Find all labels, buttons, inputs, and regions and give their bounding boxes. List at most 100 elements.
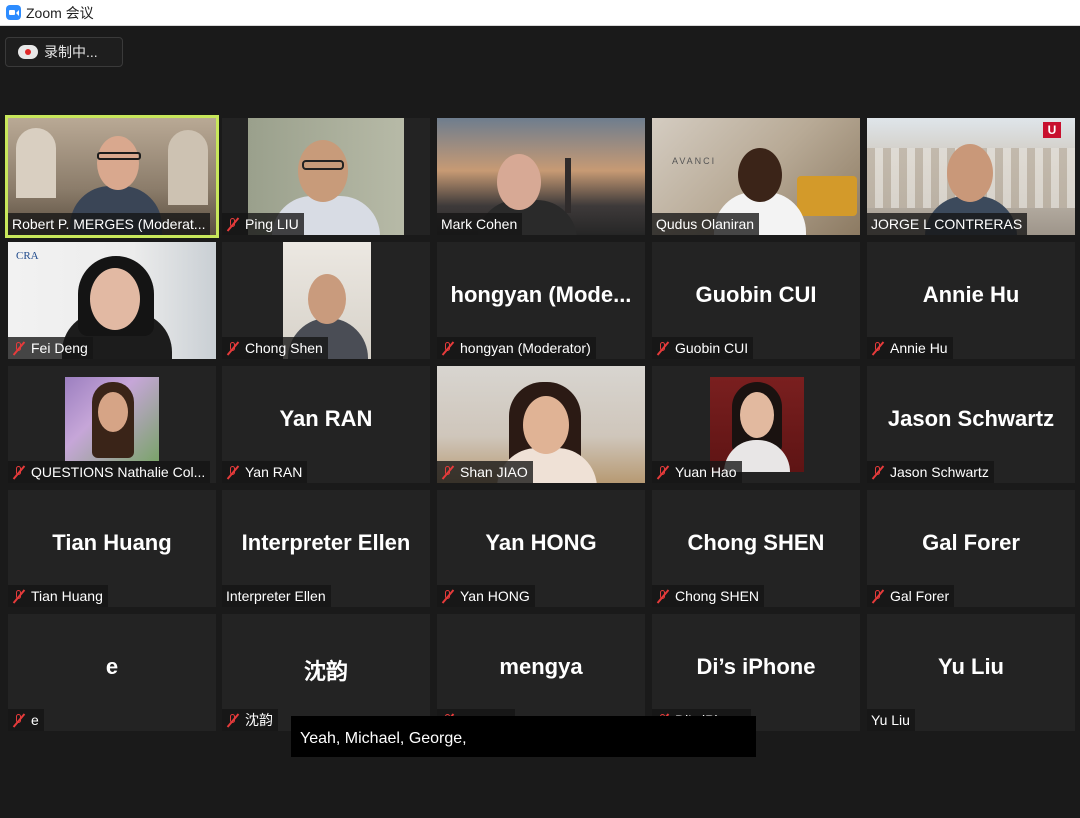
participant-label: Yu Liu (867, 709, 915, 731)
muted-mic-icon (226, 713, 239, 728)
participant-label: Mark Cohen (437, 213, 523, 235)
participant-label: 沈韵 (222, 709, 278, 731)
video-tile-yuan-hao[interactable]: Yuan Hao (652, 366, 860, 483)
tile-chong-shen-upper[interactable]: Chong SHEN Chong SHEN (652, 490, 860, 607)
participant-label: Guobin CUI (652, 337, 754, 359)
participant-name: 沈韵 (303, 659, 348, 684)
participant-label: Shan JIAO (437, 461, 533, 483)
participant-label: Interpreter Ellen (222, 585, 331, 607)
participant-label: JORGE L CONTRERAS (867, 213, 1028, 235)
participant-label: Chong Shen (222, 337, 328, 359)
person-face (298, 140, 348, 202)
title-bar: Zoom 会议 (0, 0, 1080, 26)
participant-label: Yuan Hao (652, 461, 742, 483)
person-face (740, 392, 774, 438)
recording-button[interactable]: 录制中... (5, 37, 123, 67)
participant-label: hongyan (Moderator) (437, 337, 596, 359)
participant-label: Robert P. MERGES (Moderat... (8, 213, 211, 235)
person-face (497, 154, 541, 210)
tile-yu-liu[interactable]: Yu Liu Yu Liu (867, 614, 1075, 731)
participant-name: Di’s iPhone (696, 654, 816, 679)
muted-mic-icon (226, 341, 239, 356)
participant-name: Yan HONG (485, 530, 597, 555)
muted-mic-icon (12, 713, 25, 728)
person-face (523, 396, 569, 454)
participant-label: Chong SHEN (652, 585, 765, 607)
muted-mic-icon (656, 341, 669, 356)
tile-guobin-cui[interactable]: Guobin CUI Guobin CUI (652, 242, 860, 359)
video-tile-nathalie[interactable]: QUESTIONS Nathalie Col... (8, 366, 216, 483)
window-arch (16, 128, 56, 198)
participant-label: Tian Huang (8, 585, 108, 607)
video-tile-mark-cohen[interactable]: Mark Cohen (437, 118, 645, 235)
clock-tower (565, 158, 571, 213)
participant-name: Chong SHEN (687, 530, 825, 555)
glasses (97, 152, 141, 160)
recording-label: 录制中... (44, 44, 98, 60)
participant-label: Ping LIU (222, 213, 304, 235)
participant-name: Jason Schwartz (887, 406, 1055, 431)
tile-yan-ran[interactable]: Yan RAN Yan RAN (222, 366, 430, 483)
participant-name: hongyan (Mode... (450, 282, 632, 307)
person-face (308, 274, 346, 324)
video-tile-ping-liu[interactable]: Ping LIU (222, 118, 430, 235)
tile-e[interactable]: e e (8, 614, 216, 731)
participant-name: Yan RAN (279, 406, 373, 431)
participant-label: Qudus Olaniran (652, 213, 760, 235)
cloud-record-icon (18, 45, 38, 59)
avanci-logo: AVANCI (672, 156, 717, 166)
tile-jason-schwartz[interactable]: Jason Schwartz Jason Schwartz (867, 366, 1075, 483)
person-face (98, 392, 128, 432)
muted-mic-icon (871, 341, 884, 356)
participant-label: Jason Schwartz (867, 461, 994, 483)
video-tile-qudus-olaniran[interactable]: AVANCI Qudus Olaniran (652, 118, 860, 235)
person-face (738, 148, 782, 202)
participant-label: e (8, 709, 44, 731)
tile-yan-hong[interactable]: Yan HONG Yan HONG (437, 490, 645, 607)
video-tile-jorge-contreras[interactable]: U JORGE L CONTRERAS (867, 118, 1075, 235)
person-face (90, 268, 140, 330)
participant-label: Yan HONG (437, 585, 535, 607)
muted-mic-icon (871, 465, 884, 480)
muted-mic-icon (226, 217, 239, 232)
participant-name: Interpreter Ellen (241, 530, 411, 555)
person-face (97, 136, 139, 190)
participant-label: Gal Forer (867, 585, 955, 607)
video-tile-robert-merges[interactable]: Robert P. MERGES (Moderat... (5, 115, 219, 238)
zoom-camera-icon (6, 5, 21, 20)
tile-hongyan[interactable]: hongyan (Mode... hongyan (Moderator) (437, 242, 645, 359)
participant-name: Tian Huang (52, 530, 172, 555)
participant-name: e (105, 654, 119, 679)
muted-mic-icon (656, 589, 669, 604)
tile-dis-iphone[interactable]: Di’s iPhone Di’s iPhone (652, 614, 860, 731)
tile-mengya[interactable]: mengya mengya (437, 614, 645, 731)
tile-tian-huang[interactable]: Tian Huang Tian Huang (8, 490, 216, 607)
participant-label: Annie Hu (867, 337, 953, 359)
participant-label: QUESTIONS Nathalie Col... (8, 461, 211, 483)
muted-mic-icon (12, 589, 25, 604)
chair (797, 176, 857, 216)
video-tile-chong-shen[interactable]: Chong Shen (222, 242, 430, 359)
participant-label: Fei Deng (8, 337, 93, 359)
video-tile-shan-jiao[interactable]: Shan JIAO (437, 366, 645, 483)
tile-shen-yun[interactable]: 沈韵 沈韵 (222, 614, 430, 731)
glasses (302, 160, 344, 170)
window-arch (168, 130, 208, 205)
muted-mic-icon (12, 341, 25, 356)
muted-mic-icon (871, 589, 884, 604)
participant-label: Yan RAN (222, 461, 308, 483)
live-caption: Yeah, Michael, George, (291, 716, 756, 757)
tile-annie-hu[interactable]: Annie Hu Annie Hu (867, 242, 1075, 359)
muted-mic-icon (656, 465, 669, 480)
tile-gal-forer[interactable]: Gal Forer Gal Forer (867, 490, 1075, 607)
video-tile-fei-deng[interactable]: CRA Fei Deng (8, 242, 216, 359)
cra-logo: CRA (16, 250, 39, 262)
muted-mic-icon (12, 465, 25, 480)
window-title: Zoom 会议 (26, 4, 94, 21)
participant-name: Gal Forer (922, 530, 1020, 555)
tile-interpreter-ellen[interactable]: Interpreter Ellen Interpreter Ellen (222, 490, 430, 607)
participant-name: mengya (499, 654, 583, 679)
participant-name: Guobin CUI (695, 282, 817, 307)
muted-mic-icon (226, 465, 239, 480)
muted-mic-icon (441, 589, 454, 604)
